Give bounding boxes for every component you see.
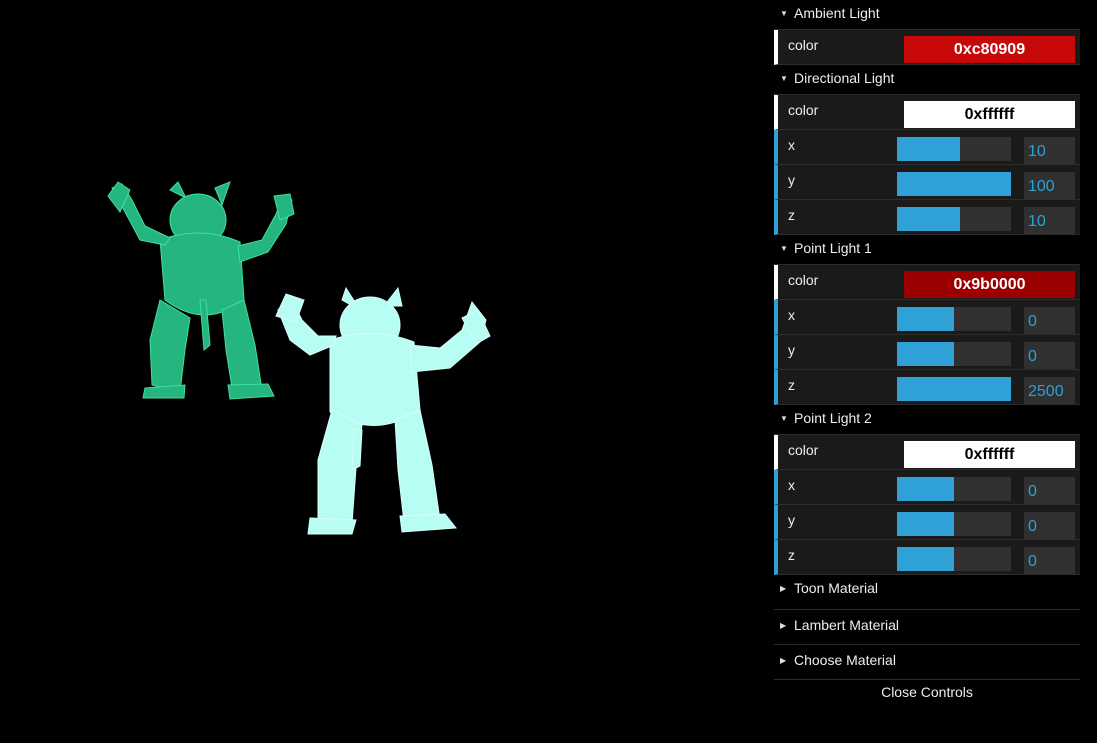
point2-y-row: y 0 (774, 505, 1080, 540)
point1-z-slider[interactable] (897, 377, 1011, 401)
armadillo-model-cyan (275, 286, 491, 535)
param-label: y (788, 172, 795, 188)
point1-x-slider[interactable] (897, 307, 1011, 331)
folder-point-light-1[interactable]: ▼ Point Light 1 (774, 235, 1080, 265)
point2-z-input[interactable]: 0 (1024, 547, 1075, 574)
point2-x-row: x 0 (774, 470, 1080, 505)
ambient-color-picker[interactable]: 0xc80909 (904, 36, 1075, 63)
folder-ambient-light[interactable]: ▼ Ambient Light (774, 0, 1080, 30)
caret-down-icon: ▼ (780, 244, 788, 254)
param-label: z (788, 547, 795, 563)
param-label: x (788, 477, 795, 493)
param-label: x (788, 137, 795, 153)
point1-z-row: z 2500 (774, 370, 1080, 405)
render-canvas[interactable] (0, 0, 770, 743)
caret-right-icon: ▶ (780, 584, 787, 594)
folder-choose-material[interactable]: ▶ Choose Material (774, 645, 1080, 680)
caret-right-icon: ▶ (780, 656, 787, 666)
folder-title-label: Lambert Material (794, 617, 900, 633)
point1-y-slider[interactable] (897, 342, 1011, 366)
directional-y-input[interactable]: 100 (1024, 172, 1075, 199)
directional-z-row: z 10 (774, 200, 1080, 235)
directional-y-slider[interactable] (897, 172, 1011, 196)
folder-title-label: Choose Material (794, 652, 896, 668)
caret-down-icon: ▼ (780, 74, 788, 84)
directional-color-row: color 0xffffff (774, 95, 1080, 130)
point1-color-picker[interactable]: 0x9b0000 (904, 271, 1075, 298)
point2-x-slider[interactable] (897, 477, 1011, 501)
point2-z-row: z 0 (774, 540, 1080, 575)
folder-directional-light[interactable]: ▼ Directional Light (774, 65, 1080, 95)
directional-color-picker[interactable]: 0xffffff (904, 101, 1075, 128)
folder-point-light-2[interactable]: ▼ Point Light 2 (774, 405, 1080, 435)
folder-title-label: Point Light 1 (794, 240, 872, 256)
color-label: color (788, 442, 819, 458)
directional-x-slider[interactable] (897, 137, 1011, 161)
directional-z-slider[interactable] (897, 207, 1011, 231)
color-label: color (788, 272, 819, 288)
armadillo-model-green (107, 181, 295, 400)
param-label: y (788, 512, 795, 528)
caret-right-icon: ▶ (780, 621, 787, 631)
caret-down-icon: ▼ (780, 9, 788, 19)
param-label: y (788, 342, 795, 358)
ambient-color-row: color 0xc80909 (774, 30, 1080, 65)
point1-z-input[interactable]: 2500 (1024, 377, 1075, 404)
color-label: color (788, 102, 819, 118)
color-label: color (788, 37, 819, 53)
directional-x-row: x 10 (774, 130, 1080, 165)
dat-gui-panel: ▼ Ambient Light color 0xc80909 ▼ Direction… (774, 0, 1080, 708)
point1-y-input[interactable]: 0 (1024, 342, 1075, 369)
point1-y-row: y 0 (774, 335, 1080, 370)
point1-color-row: color 0x9b0000 (774, 265, 1080, 300)
param-label: z (788, 207, 795, 223)
folder-toon-material[interactable]: ▶ Toon Material (774, 575, 1080, 610)
caret-down-icon: ▼ (780, 414, 788, 424)
point1-x-input[interactable]: 0 (1024, 307, 1075, 334)
folder-title-label: Point Light 2 (794, 410, 872, 426)
folder-title-label: Toon Material (794, 580, 879, 596)
folder-lambert-material[interactable]: ▶ Lambert Material (774, 610, 1080, 645)
point2-x-input[interactable]: 0 (1024, 477, 1075, 504)
point2-color-picker[interactable]: 0xffffff (904, 441, 1075, 468)
point2-color-row: color 0xffffff (774, 435, 1080, 470)
directional-x-input[interactable]: 10 (1024, 137, 1075, 164)
param-label: x (788, 307, 795, 323)
param-label: z (788, 377, 795, 393)
point2-y-input[interactable]: 0 (1024, 512, 1075, 539)
folder-title-label: Ambient Light (794, 5, 880, 21)
directional-y-row: y 100 (774, 165, 1080, 200)
point2-y-slider[interactable] (897, 512, 1011, 536)
point2-z-slider[interactable] (897, 547, 1011, 571)
point1-x-row: x 0 (774, 300, 1080, 335)
close-controls-button[interactable]: Close Controls (774, 680, 1080, 708)
directional-z-input[interactable]: 10 (1024, 207, 1075, 234)
folder-title-label: Directional Light (794, 70, 895, 86)
